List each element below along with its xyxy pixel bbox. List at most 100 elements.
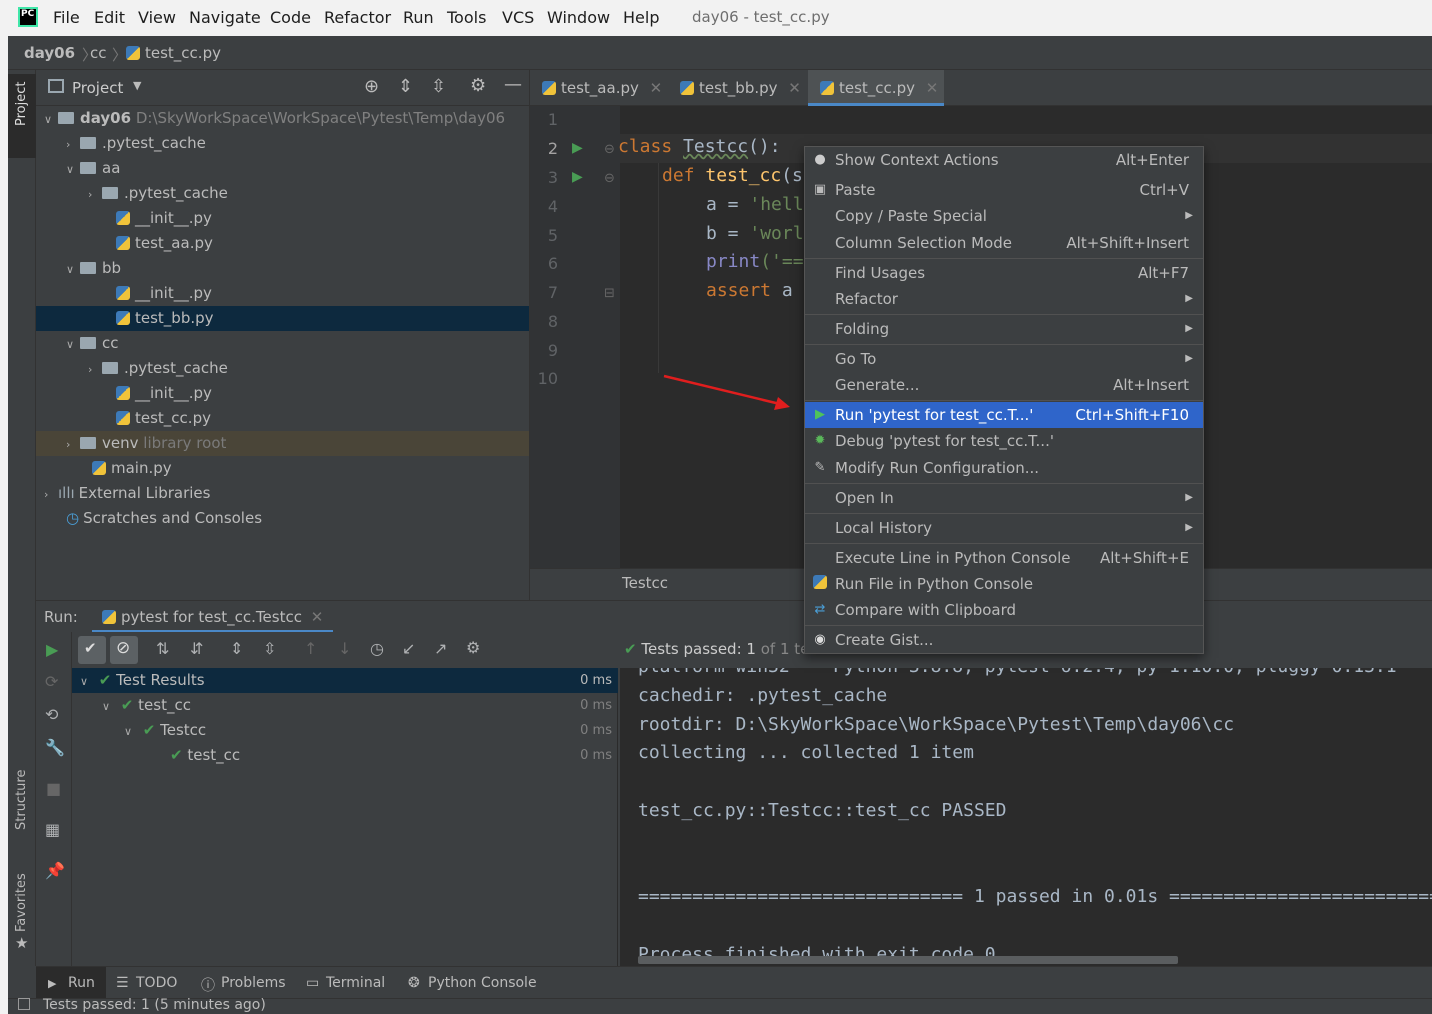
- wrench-icon[interactable]: 🔧: [45, 738, 65, 757]
- tab-test-aa[interactable]: test_aa.py ✕: [542, 70, 662, 106]
- menu-modify-run-config[interactable]: ✎ Modify Run Configuration...: [805, 455, 1203, 481]
- pin-icon[interactable]: 📌: [45, 861, 65, 880]
- breadcrumb-day06[interactable]: day06: [24, 44, 75, 62]
- tree-item-pytest-cache[interactable]: › .pytest_cache: [88, 356, 228, 381]
- tree-item-init[interactable]: __init__.py: [116, 381, 212, 406]
- tree-item-init[interactable]: __init__.py: [116, 281, 212, 306]
- project-panel-title[interactable]: Project: [72, 79, 123, 97]
- tree-item-pytest-cache[interactable]: › .pytest_cache: [88, 181, 228, 206]
- close-icon[interactable]: ✕: [926, 79, 939, 97]
- horizontal-scrollbar[interactable]: [638, 956, 1178, 964]
- menu-column-selection[interactable]: Column Selection Mode Alt+Shift+Insert: [805, 230, 1203, 256]
- menu-view[interactable]: View: [138, 8, 176, 27]
- breadcrumb-file[interactable]: test_cc.py: [126, 44, 221, 62]
- layout-icon[interactable]: ▦: [45, 820, 60, 839]
- menu-open-in[interactable]: Open In ▶: [805, 485, 1203, 511]
- menu-file[interactable]: File: [53, 8, 80, 27]
- test-node[interactable]: ∨ ✔ test_cc 0 ms: [72, 693, 618, 718]
- tree-item-aa[interactable]: ∨ aa: [66, 156, 120, 181]
- menu-refactor[interactable]: Refactor: [324, 8, 391, 27]
- run-tab[interactable]: pytest for test_cc.Testcc ✕: [92, 601, 334, 633]
- tab-test-bb[interactable]: test_bb.py ✕: [680, 70, 801, 106]
- test-results-root[interactable]: ∨ ✔ Test Results 0 ms: [72, 668, 618, 693]
- menu-navigate[interactable]: Navigate: [189, 8, 261, 27]
- menu-run[interactable]: Run: [403, 8, 434, 27]
- tree-item-day06[interactable]: ∨ day06 D:\SkyWorkSpace\WorkSpace\Pytest\…: [44, 106, 505, 131]
- menu-refactor[interactable]: Refactor ▶: [805, 286, 1203, 312]
- previous-icon[interactable]: ↑: [304, 639, 317, 658]
- gear-icon[interactable]: ⚙: [466, 638, 480, 657]
- close-icon[interactable]: ✕: [311, 608, 324, 626]
- project-tool-button[interactable]: Project: [8, 74, 36, 158]
- import-icon[interactable]: ↙: [402, 639, 415, 658]
- menu-vcs[interactable]: VCS: [502, 8, 534, 27]
- sort-alpha-icon[interactable]: ⇅: [156, 639, 169, 658]
- run-console[interactable]: platform win32 -- Python 3.8.8, pytest-6…: [620, 668, 1432, 966]
- tree-item-init[interactable]: __init__.py: [116, 206, 212, 231]
- tree-item-test-aa[interactable]: test_aa.py: [116, 231, 213, 256]
- menu-compare-clipboard[interactable]: ⇄ Compare with Clipboard: [805, 597, 1203, 623]
- show-passed-button[interactable]: ✔: [78, 636, 106, 664]
- layout-toggle-icon[interactable]: [18, 998, 30, 1010]
- breadcrumb-cc[interactable]: cc: [90, 44, 107, 62]
- tab-test-cc[interactable]: test_cc.py ✕: [808, 70, 944, 106]
- sort-duration-icon[interactable]: ⇵: [190, 639, 203, 658]
- menu-debug-pytest[interactable]: ✹ Debug 'pytest for test_cc.T...': [805, 428, 1203, 454]
- rerun-icon[interactable]: ▶: [46, 640, 58, 659]
- menu-local-history[interactable]: Local History ▶: [805, 515, 1203, 541]
- collapse-all-icon[interactable]: ⇳: [431, 76, 446, 97]
- menu-run-pytest[interactable]: ▶ Run 'pytest for test_cc.T...' Ctrl+Shift…: [805, 402, 1203, 428]
- export-icon[interactable]: ↗: [434, 639, 447, 658]
- menu-go-to[interactable]: Go To ▶: [805, 346, 1203, 372]
- favorites-tool-label[interactable]: Favorites: [14, 873, 29, 932]
- menu-run-file-console[interactable]: Run File in Python Console: [805, 571, 1203, 597]
- expand-all-icon[interactable]: ⇕: [398, 76, 413, 97]
- tree-item-test-cc[interactable]: test_cc.py: [116, 406, 211, 431]
- close-icon[interactable]: ✕: [788, 79, 801, 97]
- minimize-icon[interactable]: —: [504, 74, 522, 95]
- fold-icon[interactable]: ⊖: [604, 171, 615, 186]
- stop-icon[interactable]: ■: [46, 779, 61, 798]
- locate-icon[interactable]: ⊕: [364, 76, 379, 97]
- structure-tool-label[interactable]: Structure: [14, 770, 29, 830]
- menu-window[interactable]: Window: [547, 8, 610, 27]
- menu-show-context-actions[interactable]: ● Show Context Actions Alt+Enter: [805, 147, 1203, 173]
- expand-all-icon[interactable]: ⇕: [230, 639, 243, 658]
- tree-item-bb[interactable]: ∨ bb: [66, 256, 121, 281]
- menu-paste[interactable]: ▣ Paste Ctrl+V: [805, 177, 1203, 203]
- menu-create-gist[interactable]: ◉ Create Gist...: [805, 627, 1203, 653]
- chevron-down-icon[interactable]: ▼: [133, 79, 141, 92]
- test-node[interactable]: ✔ test_cc 0 ms: [72, 743, 618, 768]
- menu-tools[interactable]: Tools: [447, 8, 486, 27]
- menu-help[interactable]: Help: [623, 8, 659, 27]
- menu-edit[interactable]: Edit: [94, 8, 125, 27]
- run-gutter-icon[interactable]: ▶: [572, 140, 583, 156]
- tree-item-test-bb[interactable]: test_bb.py: [36, 306, 529, 331]
- menu-copy-paste-special[interactable]: Copy / Paste Special ▶: [805, 203, 1203, 229]
- tree-item-scratches[interactable]: ◷ Scratches and Consoles: [66, 506, 262, 531]
- fold-end-icon[interactable]: ⊟: [604, 286, 615, 301]
- collapse-all-icon[interactable]: ⇳: [263, 639, 276, 658]
- bottom-tab-run[interactable]: ▶ Run: [36, 967, 106, 999]
- tree-item-main[interactable]: main.py: [92, 456, 172, 481]
- test-node[interactable]: ∨ ✔ Testcc 0 ms: [72, 718, 618, 743]
- menu-folding[interactable]: Folding ▶: [805, 316, 1203, 342]
- tree-item-pytest-cache[interactable]: › .pytest_cache: [66, 131, 206, 156]
- close-icon[interactable]: ✕: [650, 79, 663, 97]
- tree-item-external-libraries[interactable]: › ıllı External Libraries: [44, 481, 210, 506]
- toggle-auto-test-icon[interactable]: ⟲: [45, 705, 58, 724]
- rerun-failed-icon[interactable]: ⟳: [45, 672, 58, 691]
- gear-icon[interactable]: ⚙: [470, 75, 486, 96]
- run-gutter-icon[interactable]: ▶: [572, 169, 583, 185]
- next-icon[interactable]: ↓: [338, 639, 351, 658]
- menu-code[interactable]: Code: [270, 8, 311, 27]
- show-ignored-button[interactable]: ⊘: [110, 636, 138, 664]
- menu-generate[interactable]: Generate... Alt+Insert: [805, 372, 1203, 398]
- editor-crumb-testcc[interactable]: Testcc: [622, 574, 668, 592]
- tree-item-cc[interactable]: ∨ cc: [66, 331, 119, 356]
- tree-item-venv[interactable]: › venv library root: [36, 431, 529, 456]
- history-icon[interactable]: ◷: [370, 639, 384, 658]
- menu-execute-line[interactable]: Execute Line in Python Console Alt+Shift+…: [805, 545, 1203, 571]
- fold-icon[interactable]: ⊖: [604, 142, 615, 157]
- menu-find-usages[interactable]: Find Usages Alt+F7: [805, 260, 1203, 286]
